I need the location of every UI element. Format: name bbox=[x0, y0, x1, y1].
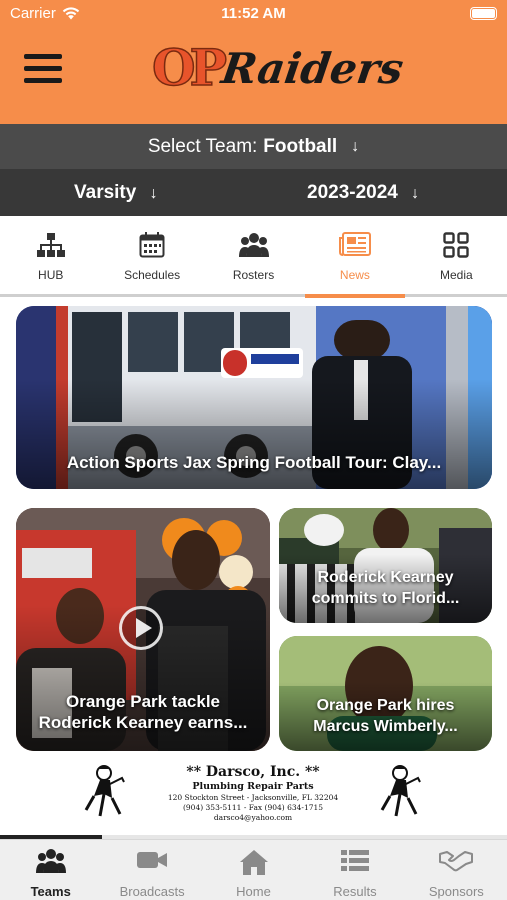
people-icon bbox=[35, 849, 66, 873]
nav-label: Results bbox=[333, 884, 377, 899]
caption-shade bbox=[279, 554, 492, 623]
tab-divider bbox=[0, 294, 507, 297]
level-season-bar: Varsity ↓ 2023-2024 ↓ bbox=[0, 169, 507, 216]
ad-address: 120 Stockton Street - Jacksonville, FL 3… bbox=[167, 793, 339, 802]
section-tabs: HUB Schedules Rosters News Media bbox=[0, 216, 507, 296]
app-header: Carrier 11:52 AM OP Raiders bbox=[0, 0, 507, 124]
news-card[interactable]: Action Sports Jax Spring Football Tour: … bbox=[16, 306, 492, 489]
nav-home[interactable]: Home bbox=[203, 840, 304, 900]
tab-label: Schedules bbox=[124, 268, 181, 282]
nav-results[interactable]: Results bbox=[304, 840, 405, 900]
bottom-nav: Teams Broadcasts Home Results Sponsors bbox=[0, 839, 507, 900]
newspaper-icon bbox=[338, 232, 371, 256]
tab-label: HUB bbox=[38, 268, 64, 282]
app-screen: Carrier 11:52 AM OP Raiders Select Team:… bbox=[0, 0, 507, 900]
arrow-down-icon: ↓ bbox=[149, 185, 158, 202]
tab-news[interactable]: News bbox=[304, 216, 405, 296]
handshake-icon bbox=[439, 851, 474, 872]
news-caption-line1: Roderick Kearney bbox=[317, 569, 454, 586]
news-card[interactable]: Orange Park hires Marcus Wimberly... bbox=[279, 636, 492, 751]
clock: 11:52 AM bbox=[221, 5, 286, 22]
logo-initials: OP bbox=[151, 37, 228, 98]
arrow-down-icon: ↓ bbox=[351, 137, 360, 155]
list-icon bbox=[340, 850, 369, 871]
tab-label: Rosters bbox=[232, 268, 275, 282]
caption-shade bbox=[279, 682, 492, 751]
nav-broadcasts[interactable]: Broadcasts bbox=[101, 840, 202, 900]
news-caption-line2: commits to Florid... bbox=[311, 590, 460, 607]
tab-hub[interactable]: HUB bbox=[0, 216, 101, 296]
plumber-mascot-icon bbox=[380, 765, 421, 817]
nav-sponsors[interactable]: Sponsors bbox=[406, 840, 507, 900]
nav-label: Sponsors bbox=[428, 884, 484, 899]
status-bar: Carrier 11:52 AM bbox=[0, 0, 507, 28]
video-camera-icon bbox=[137, 852, 168, 868]
sitemap-icon bbox=[36, 233, 65, 257]
arrow-down-icon: ↓ bbox=[411, 185, 420, 202]
season-value: 2023-2024 bbox=[307, 182, 398, 203]
people-icon bbox=[238, 233, 269, 257]
ad-title: ** Darsco, Inc. ** bbox=[186, 764, 320, 780]
calendar-icon bbox=[139, 232, 165, 258]
news-caption-line2: Roderick Kearney earns... bbox=[38, 713, 248, 732]
logo-name: Raiders bbox=[218, 44, 407, 93]
grid-icon bbox=[443, 232, 470, 258]
nav-teams[interactable]: Teams bbox=[0, 840, 101, 900]
ad-subtitle: Plumbing Repair Parts bbox=[192, 781, 314, 792]
team-selector[interactable]: Select Team: Football ↓ bbox=[0, 124, 507, 169]
plumber-mascot-icon bbox=[84, 765, 125, 817]
news-caption-line1: Orange Park tackle bbox=[65, 692, 221, 711]
ad-email: darsco4@yahoo.com bbox=[213, 813, 293, 822]
tab-media[interactable]: Media bbox=[406, 216, 507, 296]
battery-icon bbox=[470, 7, 497, 20]
tab-label: Media bbox=[439, 268, 473, 282]
news-caption: Action Sports Jax Spring Football Tour: … bbox=[66, 453, 442, 472]
home-icon bbox=[239, 850, 268, 875]
team-selector-label: Select Team: bbox=[147, 135, 258, 157]
raiders-logo: OP Raiders bbox=[151, 37, 406, 110]
active-tab-indicator bbox=[305, 294, 405, 298]
tab-label: News bbox=[339, 268, 370, 282]
level-value: Varsity bbox=[74, 182, 137, 203]
nav-label: Home bbox=[236, 884, 271, 899]
nav-label: Teams bbox=[30, 884, 71, 899]
sponsor-ad[interactable]: ** Darsco, Inc. ** Plumbing Repair Parts… bbox=[80, 758, 426, 830]
news-card[interactable]: Roderick Kearney commits to Florid... bbox=[279, 508, 492, 623]
ad-phone: (904) 353-5111 - Fax (904) 634-1715 bbox=[182, 803, 324, 812]
tab-schedules[interactable]: Schedules bbox=[101, 216, 202, 296]
news-caption-line1: Orange Park hires bbox=[316, 697, 455, 714]
news-card[interactable]: Orange Park tackle Roderick Kearney earn… bbox=[16, 508, 270, 751]
season-selector[interactable]: 2023-2024 ↓ bbox=[307, 182, 419, 204]
tab-rosters[interactable]: Rosters bbox=[203, 216, 304, 296]
menu-button[interactable] bbox=[24, 54, 62, 86]
play-icon[interactable] bbox=[119, 606, 163, 650]
level-selector[interactable]: Varsity ↓ bbox=[74, 182, 158, 204]
nav-label: Broadcasts bbox=[119, 884, 185, 899]
team-selector-value: Football bbox=[263, 135, 338, 157]
news-caption-line2: Marcus Wimberly... bbox=[313, 718, 458, 735]
